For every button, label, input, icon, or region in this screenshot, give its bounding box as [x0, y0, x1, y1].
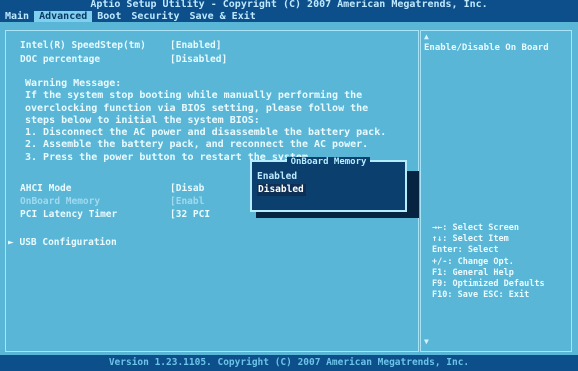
- setting-label: AHCI Mode: [20, 183, 72, 194]
- submenu-label: USB Configuration: [19, 237, 117, 248]
- submenu-arrow-icon: ►: [8, 237, 14, 248]
- warning-line: steps below to initial the system BIOS:: [25, 114, 260, 126]
- setting-label: Intel(R) SpeedStep(tm): [20, 40, 146, 51]
- key-hint: F10: Save ESC: Exit: [432, 290, 530, 301]
- setting-value: [Enabled]: [170, 40, 222, 51]
- option-disabled[interactable]: Disabled: [257, 184, 306, 196]
- key-legend: →←: Select Screen ↑↓: Select Item Enter:…: [432, 223, 545, 301]
- setting-value: [Enabl: [170, 196, 205, 207]
- scroll-down-icon[interactable]: ▼: [424, 338, 429, 346]
- setting-value: [Disab: [170, 183, 205, 194]
- warning-line: If the system stop booting while manuall…: [25, 90, 363, 102]
- key-hint: →←: Select Screen: [432, 223, 519, 233]
- help-panel: [420, 30, 572, 352]
- setting-onboard-memory[interactable]: OnBoard Memory [Enabl: [20, 197, 240, 207]
- warning-heading: Warning Message:: [25, 78, 122, 89]
- warning-line: 1. Disconnect the AC power and disassemb…: [25, 127, 387, 139]
- tab-main[interactable]: Main: [0, 11, 34, 22]
- setting-label: PCI Latency Timer: [20, 209, 118, 220]
- key-hint: ↑↓: Select Item: [432, 234, 509, 245]
- tab-save-exit[interactable]: Save & Exit: [185, 11, 261, 22]
- tab-boot[interactable]: Boot: [92, 11, 126, 22]
- setting-label: OnBoard Memory: [20, 196, 101, 207]
- setting-doc-percentage[interactable]: DOC percentage [Disabled]: [20, 55, 240, 65]
- key-hint: F9: Optimized Defaults: [432, 279, 545, 290]
- setting-label: DOC percentage: [20, 54, 101, 65]
- onboard-memory-popup: OnBoard Memory Enabled Disabled: [250, 157, 407, 212]
- popup-title: OnBoard Memory: [252, 157, 405, 167]
- tab-security[interactable]: Security: [126, 11, 184, 22]
- title-bar: Aptio Setup Utility - Copyright (C) 2007…: [0, 0, 578, 10]
- key-hint: F1: General Help: [432, 267, 514, 278]
- warning-line: overclocking function via BIOS setting, …: [25, 102, 369, 114]
- setting-ahci-mode[interactable]: AHCI Mode [Disab: [20, 184, 240, 194]
- warning-message: Warning Message: If the system stop boot…: [25, 78, 386, 164]
- setting-speedstep[interactable]: Intel(R) SpeedStep(tm) [Enabled]: [20, 41, 240, 51]
- setting-value: [Disabled]: [170, 54, 228, 65]
- setting-value: [32 PCI: [170, 209, 211, 220]
- help-description: Enable/Disable On Board: [424, 43, 549, 53]
- submenu-usb-configuration[interactable]: ► USB Configuration: [8, 238, 117, 248]
- tab-advanced[interactable]: Advanced: [34, 10, 93, 22]
- warning-line: 2. Assemble the battery pack, and reconn…: [25, 139, 369, 151]
- tab-bar: Main Advanced Boot Security Save & Exit: [0, 10, 578, 22]
- bios-screen: Aptio Setup Utility - Copyright (C) 2007…: [0, 0, 578, 371]
- key-hint: Enter: Select: [432, 245, 499, 256]
- option-enabled[interactable]: Enabled: [257, 172, 297, 182]
- footer-version: Version 1.23.1105. Copyright (C) 2007 Am…: [0, 355, 578, 371]
- setting-pci-latency[interactable]: PCI Latency Timer [32 PCI: [20, 210, 240, 220]
- scroll-up-icon[interactable]: ▲: [424, 33, 429, 41]
- key-hint: +/-: Change Opt.: [432, 256, 514, 267]
